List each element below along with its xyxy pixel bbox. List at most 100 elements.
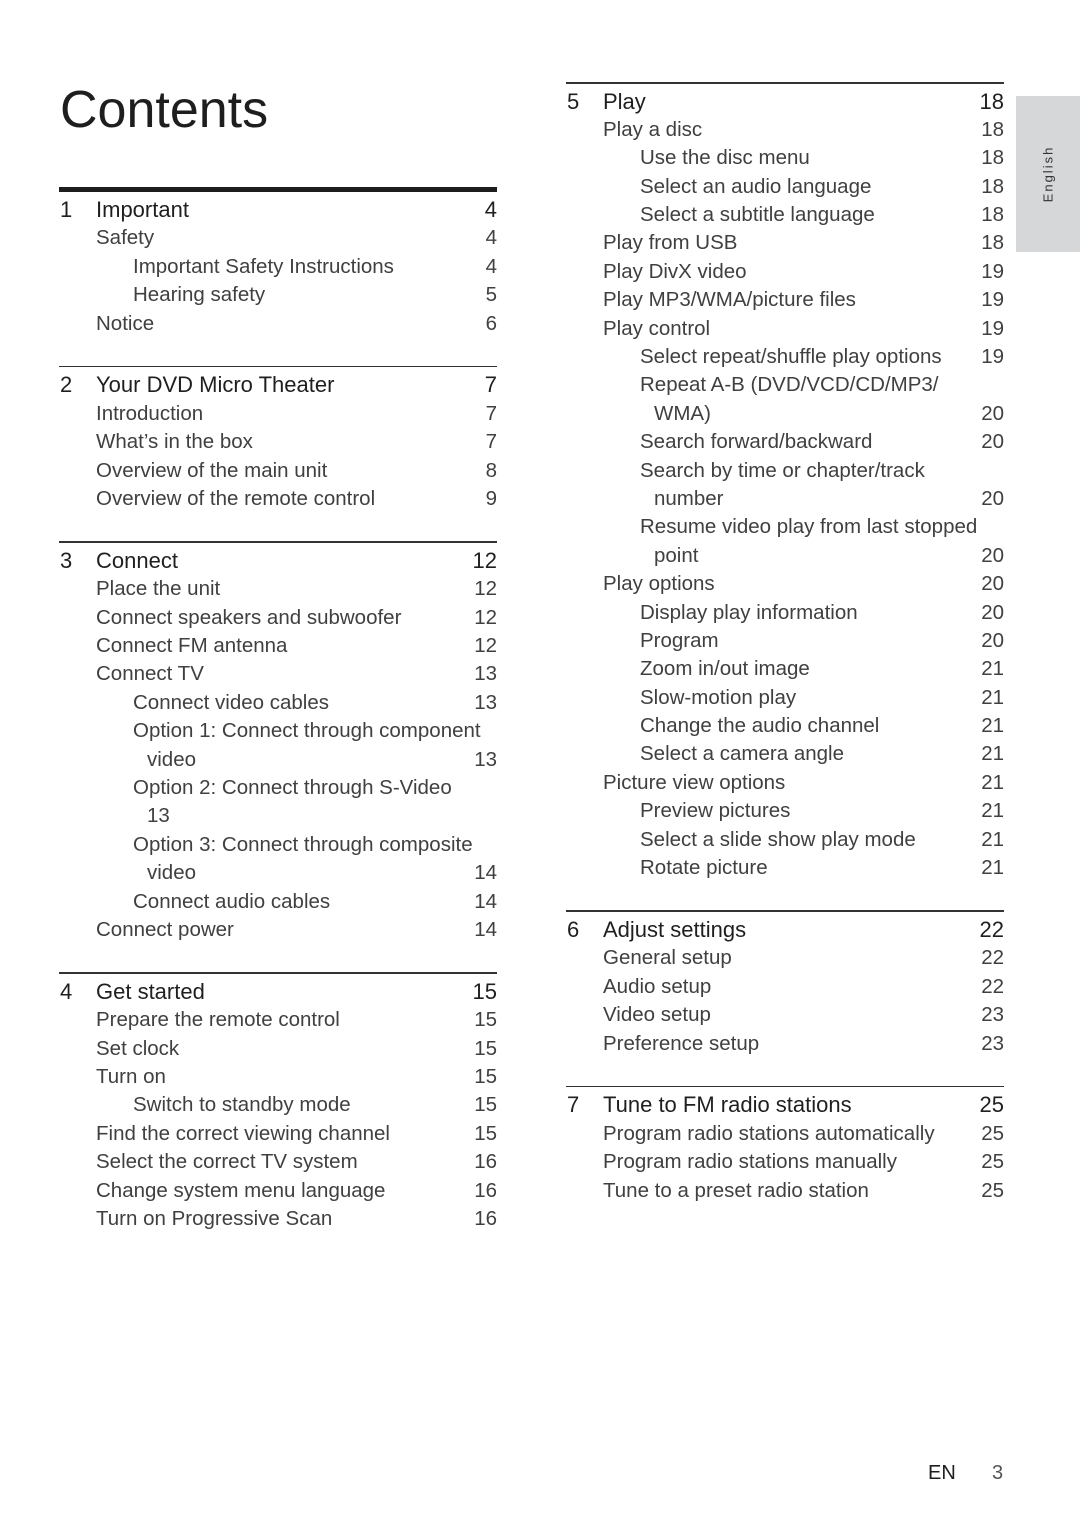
toc-chapter-section: 6 Adjust settings 22 General setup 22 Audio s… — [566, 910, 1004, 1057]
entry-page: 21 — [981, 742, 1004, 766]
toc-entry[interactable]: Overview of the remote control 9 — [59, 485, 497, 513]
toc-entry[interactable]: Select a slide show play mode 21 — [566, 826, 1004, 854]
toc-entry[interactable]: Audio setup 22 — [566, 973, 1004, 1001]
entry-title: Use the disc menu — [640, 146, 810, 170]
toc-entry[interactable]: Tune to a preset radio station 25 — [566, 1177, 1004, 1205]
entry-title: Connect power — [96, 917, 234, 941]
entry-title: Search forward/backward — [640, 430, 873, 454]
toc-chapter-heading[interactable]: 1 Important 4 — [59, 196, 497, 224]
toc-entry[interactable]: Hearing safety 5 — [59, 281, 497, 309]
entry-title: Find the correct viewing channel — [96, 1121, 390, 1145]
toc-entry[interactable]: Display play information 20 — [566, 599, 1004, 627]
chapter-title: Adjust settings — [603, 916, 747, 942]
toc-entry[interactable]: Safety 4 — [59, 224, 497, 252]
toc-chapter-heading[interactable]: 6 Adjust settings 22 — [566, 916, 1004, 944]
toc-chapter-heading[interactable]: 4 Get started 15 — [59, 978, 497, 1006]
toc-chapter-heading[interactable]: 3 Connect 12 — [59, 547, 497, 575]
toc-entry[interactable]: WMA) 20 — [566, 400, 1004, 428]
toc-entry[interactable]: Play control 19 — [566, 315, 1004, 343]
toc-entry[interactable]: Find the correct viewing channel 15 — [59, 1120, 497, 1148]
chapter-page: 22 — [979, 916, 1004, 942]
language-tab: English — [1016, 96, 1080, 252]
entry-page: 8 — [485, 458, 497, 482]
toc-entry[interactable]: point 20 — [566, 542, 1004, 570]
chapter-number: 5 — [567, 88, 580, 114]
entry-page: 21 — [981, 856, 1004, 880]
chapter-page: 18 — [979, 88, 1004, 114]
toc-entry[interactable]: Rotate picture 21 — [566, 854, 1004, 882]
toc-entry[interactable]: Resume video play from last stopped — [566, 513, 1004, 541]
toc-entry[interactable]: Play a disc 18 — [566, 116, 1004, 144]
toc-chapter-heading[interactable]: 5 Play 18 — [566, 88, 1004, 116]
toc-entry[interactable]: Option 2: Connect through S-Video — [59, 774, 497, 802]
toc-entry[interactable]: Use the disc menu 18 — [566, 144, 1004, 172]
toc-entry[interactable]: Select repeat/shuffle play options 19 — [566, 343, 1004, 371]
toc-entry[interactable]: Select a subtitle language 18 — [566, 201, 1004, 229]
toc-entry[interactable]: Place the unit 12 — [59, 575, 497, 603]
toc-entry[interactable]: Switch to standby mode 15 — [59, 1091, 497, 1119]
toc-entry[interactable]: Connect TV 13 — [59, 660, 497, 688]
toc-entry[interactable]: Set clock 15 — [59, 1035, 497, 1063]
toc-entry[interactable]: Connect power 14 — [59, 916, 497, 944]
entry-title: Select the correct TV system — [96, 1150, 358, 1174]
toc-entry[interactable]: Select the correct TV system 16 — [59, 1148, 497, 1176]
toc-entry[interactable]: number 20 — [566, 485, 1004, 513]
toc-entry[interactable]: Play DivX video 19 — [566, 258, 1004, 286]
entry-title: number — [654, 486, 724, 510]
toc-entry[interactable]: Connect video cables 13 — [59, 689, 497, 717]
toc-entry[interactable]: Preference setup 23 — [566, 1030, 1004, 1058]
toc-entry[interactable]: 13 — [59, 802, 497, 830]
toc-entry[interactable]: Play MP3/WMA/picture files 19 — [566, 286, 1004, 314]
toc-chapter-heading[interactable]: 2 Your DVD Micro Theater 7 — [59, 371, 497, 399]
toc-entry[interactable]: Connect audio cables 14 — [59, 888, 497, 916]
toc-entry[interactable]: Zoom in/out image 21 — [566, 655, 1004, 683]
toc-entry[interactable]: Play options 20 — [566, 570, 1004, 598]
toc-entry[interactable]: video 13 — [59, 746, 497, 774]
toc-entry[interactable]: video 14 — [59, 859, 497, 887]
toc-entry[interactable]: Option 3: Connect through composite — [59, 831, 497, 859]
toc-entry[interactable]: Program radio stations automatically 25 — [566, 1120, 1004, 1148]
toc-entry[interactable]: Repeat A-B (DVD/VCD/CD/MP3/ — [566, 371, 1004, 399]
toc-entry[interactable]: Introduction 7 — [59, 400, 497, 428]
toc-entry[interactable]: Program 20 — [566, 627, 1004, 655]
toc-entry[interactable]: Search by time or chapter/track — [566, 457, 1004, 485]
entry-title: Connect audio cables — [133, 889, 331, 913]
toc-entry[interactable]: Preview pictures 21 — [566, 797, 1004, 825]
chapter-number: 7 — [567, 1092, 580, 1118]
toc-entry[interactable]: Notice 6 — [59, 310, 497, 338]
entry-page: 14 — [474, 889, 497, 913]
toc-entry[interactable]: Select a camera angle 21 — [566, 740, 1004, 768]
toc-chapter-heading[interactable]: 7 Tune to FM radio stations 25 — [566, 1091, 1004, 1119]
toc-entry[interactable]: Play from USB 18 — [566, 229, 1004, 257]
toc-entry[interactable]: Option 1: Connect through component — [59, 717, 497, 745]
toc-entry[interactable]: Program radio stations manually 25 — [566, 1148, 1004, 1176]
toc-entry[interactable]: Select an audio language 18 — [566, 173, 1004, 201]
toc-entry[interactable]: Overview of the main unit 8 — [59, 457, 497, 485]
entry-title: Preference setup — [603, 1031, 760, 1055]
entry-title: Slow-motion play — [640, 685, 797, 709]
toc-entry[interactable]: Search forward/backward 20 — [566, 428, 1004, 456]
toc-entry[interactable]: Change system menu language 16 — [59, 1177, 497, 1205]
toc-entry[interactable]: Important Safety Instructions 4 — [59, 253, 497, 281]
toc-entry[interactable]: General setup 22 — [566, 944, 1004, 972]
toc-entry[interactable]: Video setup 23 — [566, 1001, 1004, 1029]
entry-page: 25 — [981, 1150, 1004, 1174]
toc-entry[interactable]: Connect FM antenna 12 — [59, 632, 497, 660]
entry-title: What’s in the box — [96, 430, 253, 454]
toc-entry[interactable]: Picture view options 21 — [566, 769, 1004, 797]
toc-entry[interactable]: Turn on Progressive Scan 16 — [59, 1205, 497, 1233]
toc-entry[interactable]: Prepare the remote control 15 — [59, 1006, 497, 1034]
toc-entry[interactable]: Turn on 15 — [59, 1063, 497, 1091]
chapter-number: 3 — [60, 547, 73, 573]
toc-entry[interactable]: Connect speakers and subwoofer 12 — [59, 604, 497, 632]
toc-entry[interactable]: What’s in the box 7 — [59, 428, 497, 456]
toc-entry[interactable]: Slow-motion play 21 — [566, 684, 1004, 712]
footer-language-code: EN — [928, 1462, 956, 1484]
entry-title: Important Safety Instructions — [133, 254, 394, 278]
entry-page: 20 — [981, 430, 1004, 454]
section-divider — [59, 972, 497, 974]
toc-entry[interactable]: Change the audio channel 21 — [566, 712, 1004, 740]
entry-title: Audio setup — [603, 974, 712, 998]
